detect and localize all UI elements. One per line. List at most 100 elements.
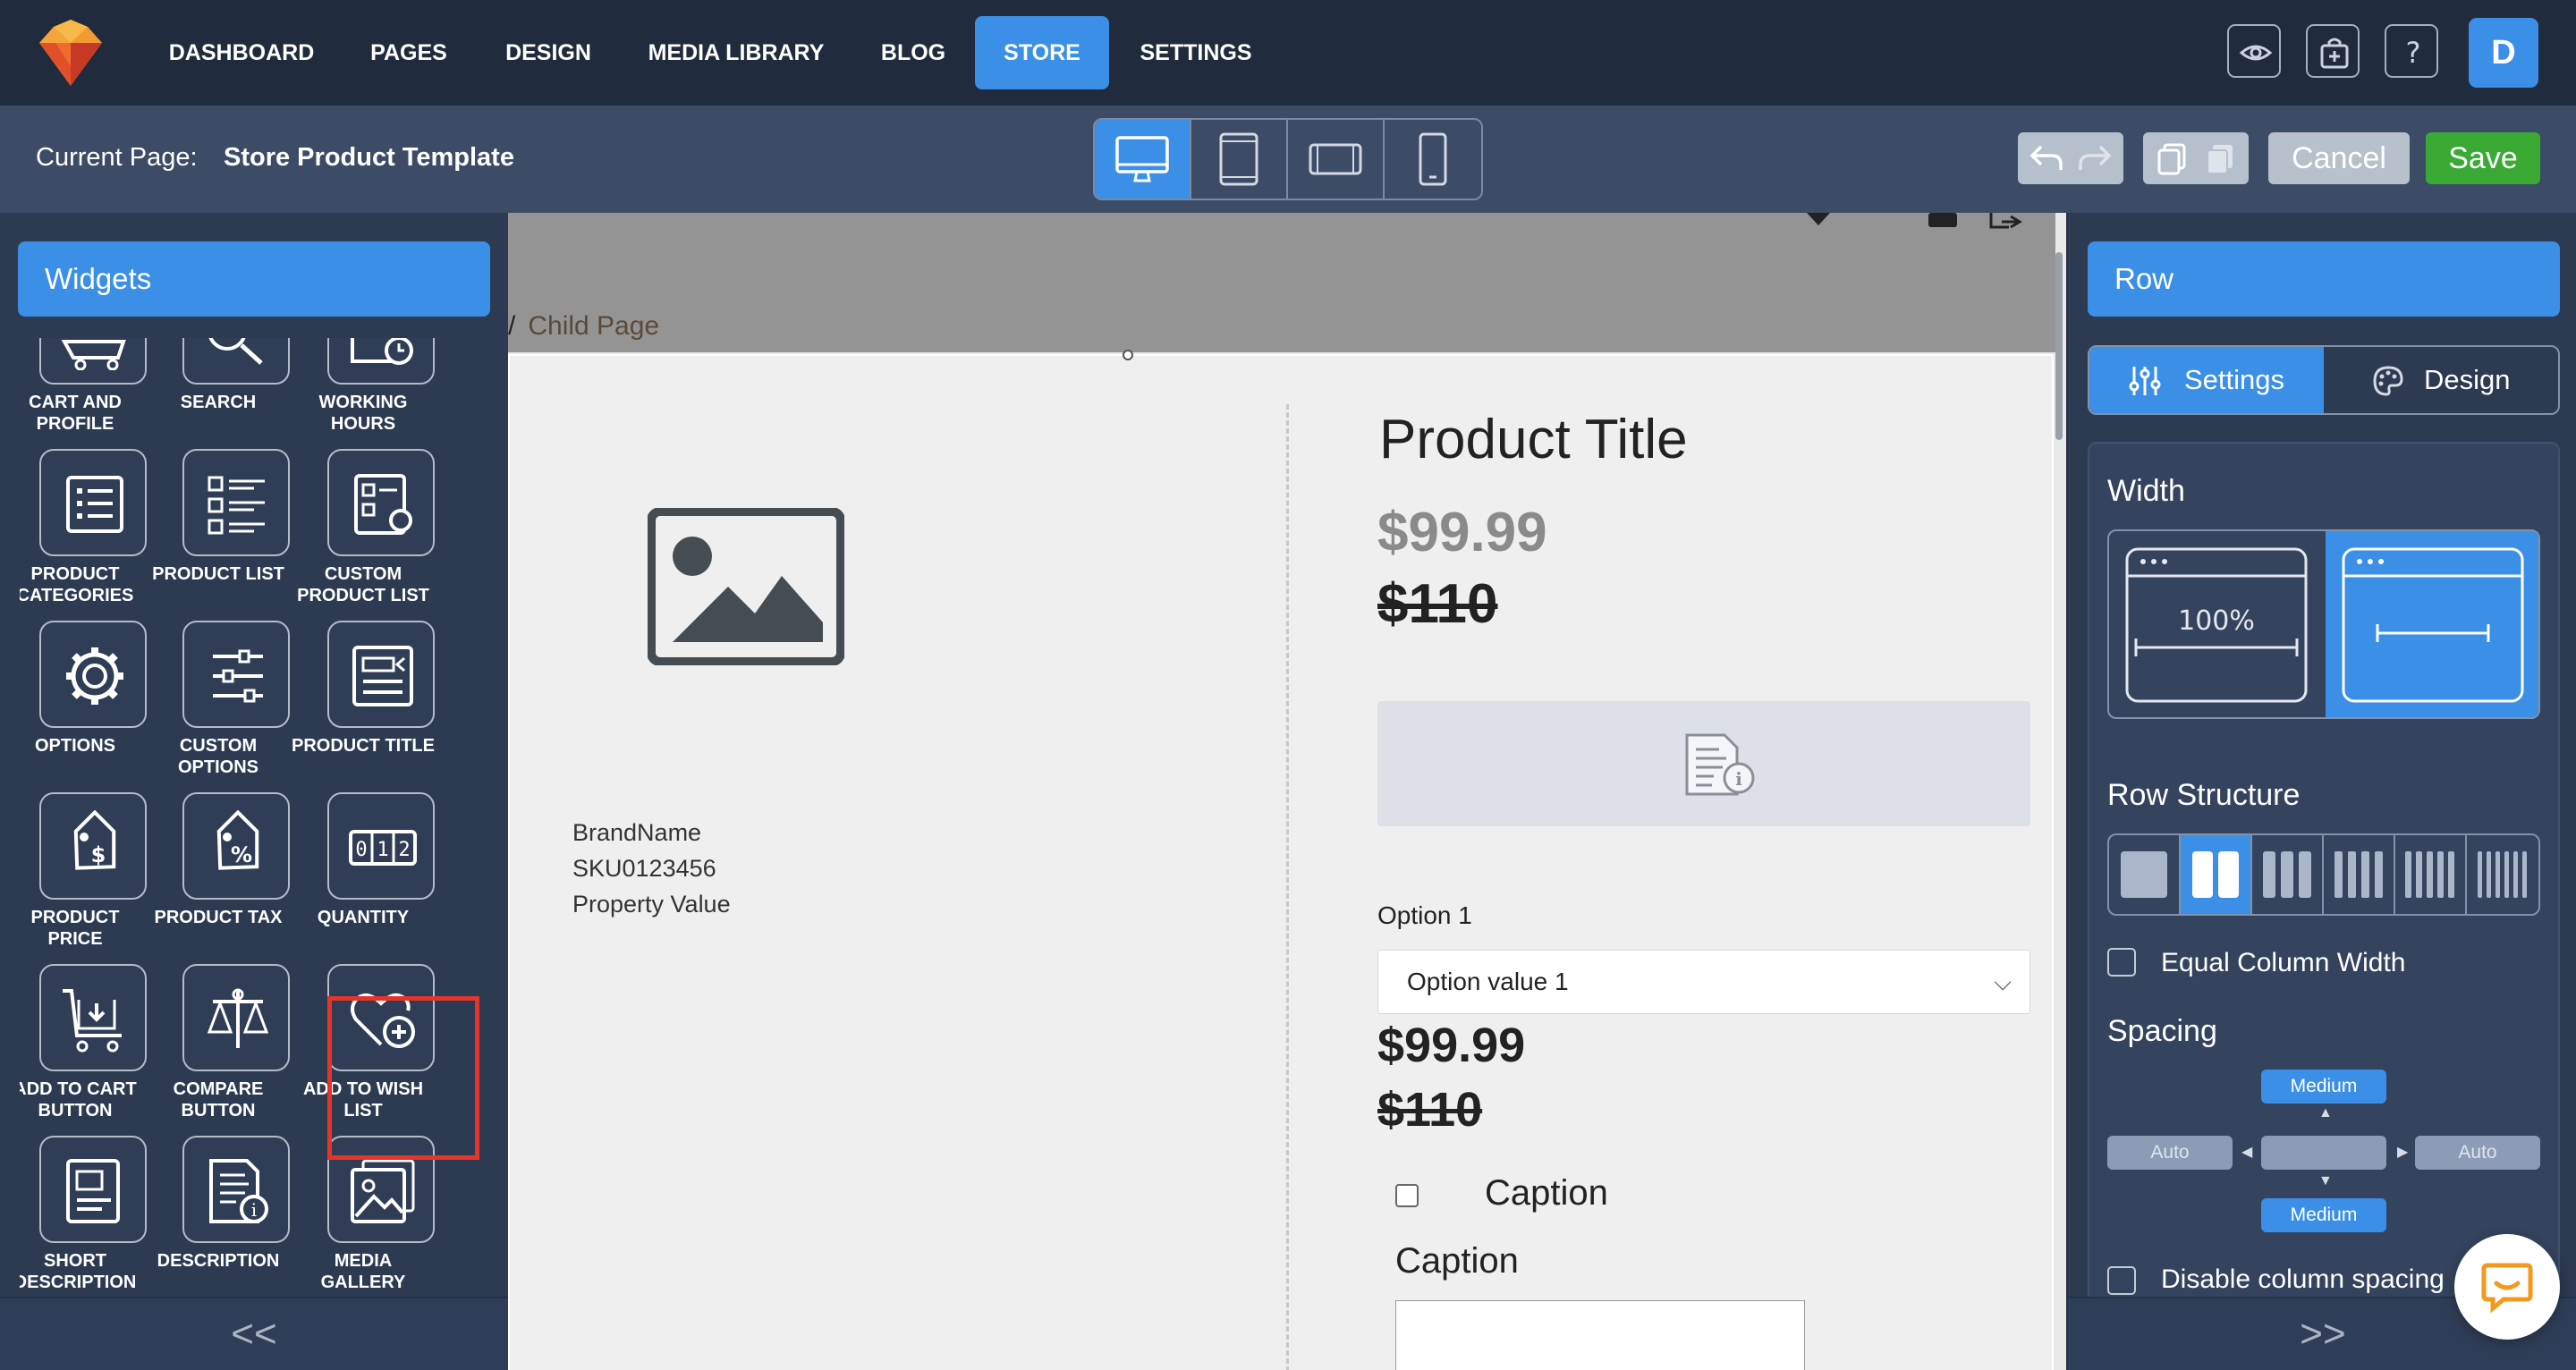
add-to-cart-icon bbox=[63, 989, 122, 1053]
short-description-icon bbox=[66, 1159, 120, 1223]
chevron-down-icon: ⌵ bbox=[1994, 968, 2012, 995]
svg-text:%: % bbox=[231, 842, 252, 867]
width-full-label: 100% bbox=[2178, 605, 2255, 637]
gear-icon bbox=[66, 647, 123, 705]
width-selector: 100% bbox=[2107, 529, 2540, 719]
editor-toolbar: Current Page: Store Product Template Can… bbox=[0, 106, 2576, 213]
nav-settings[interactable]: SETTINGS bbox=[1132, 16, 1259, 89]
six-columns-icon bbox=[2477, 851, 2527, 898]
spacing-left-value[interactable]: Auto bbox=[2107, 1136, 2233, 1170]
quantity-highlight-box bbox=[327, 996, 479, 1160]
user-avatar[interactable]: D bbox=[2469, 18, 2538, 88]
breadcrumb-child-page[interactable]: Child Page bbox=[528, 311, 659, 341]
product-sku: SKU0123456 bbox=[572, 855, 716, 882]
structure-2-columns[interactable] bbox=[2181, 835, 2252, 914]
nav-pages[interactable]: PAGES bbox=[356, 16, 462, 89]
redo-icon[interactable] bbox=[2077, 143, 2113, 173]
sliders-icon bbox=[2129, 367, 2161, 395]
description-widget-placeholder[interactable]: i bbox=[1377, 701, 2030, 826]
palette-icon bbox=[2373, 366, 2403, 396]
one-column-icon bbox=[2121, 851, 2167, 898]
width-full-option[interactable]: 100% bbox=[2109, 531, 2326, 717]
live-chat-button[interactable] bbox=[2454, 1234, 2560, 1340]
tablet-icon bbox=[1219, 132, 1258, 186]
product-image-placeholder[interactable] bbox=[648, 508, 844, 665]
disable-column-spacing-checkbox[interactable] bbox=[2107, 1266, 2136, 1295]
boxed-width-icon bbox=[2342, 547, 2524, 703]
breadcrumb-separator: / bbox=[508, 311, 516, 341]
nav-blog[interactable]: BLOG bbox=[864, 16, 962, 89]
product-title[interactable]: Product Title bbox=[1379, 408, 1688, 471]
canvas-scrollbar[interactable] bbox=[2055, 252, 2063, 440]
sliders-icon bbox=[213, 649, 263, 703]
undo-icon[interactable] bbox=[2029, 143, 2064, 173]
tax-tag-icon: % bbox=[216, 810, 259, 870]
width-boxed-option[interactable] bbox=[2326, 531, 2538, 717]
product-price[interactable]: $99.99 bbox=[1377, 501, 1547, 564]
save-button[interactable]: Save bbox=[2426, 132, 2540, 184]
selected-row[interactable] bbox=[508, 350, 2054, 1370]
paste-icon[interactable] bbox=[2206, 143, 2234, 175]
tablet-landscape-icon bbox=[1309, 143, 1362, 175]
option-select[interactable]: Option value 1 ⌵ bbox=[1377, 950, 2030, 1014]
spacing-top-value[interactable]: Medium bbox=[2261, 1070, 2386, 1104]
row-structure-title: Row Structure bbox=[2107, 778, 2301, 812]
product-old-price-secondary: $110 bbox=[1377, 1083, 1483, 1137]
structure-6-columns[interactable] bbox=[2467, 835, 2538, 914]
disable-column-spacing-label: Disable column spacing bbox=[2161, 1264, 2445, 1294]
tab-settings[interactable]: Settings bbox=[2089, 347, 2324, 413]
nav-design[interactable]: DESIGN bbox=[490, 16, 606, 89]
help-button[interactable]: ? bbox=[2385, 24, 2438, 78]
title-icon bbox=[352, 646, 413, 706]
structure-1-column[interactable] bbox=[2109, 835, 2181, 914]
cart-icon bbox=[61, 340, 126, 370]
copy-icon[interactable] bbox=[2157, 143, 2186, 175]
undo-redo-group bbox=[2018, 132, 2123, 184]
device-tablet-landscape[interactable] bbox=[1288, 120, 1385, 199]
nav-dashboard[interactable]: DASHBOARD bbox=[157, 16, 326, 89]
structure-3-columns[interactable] bbox=[2252, 835, 2324, 914]
search-icon bbox=[208, 338, 263, 365]
tab-design-label: Design bbox=[2424, 364, 2511, 395]
cart-icon bbox=[1928, 213, 1957, 227]
copy-paste-group bbox=[2143, 132, 2249, 184]
svg-text:?: ? bbox=[2406, 36, 2421, 70]
widgets-panel: Widgets CART AND PROFILE SEARCH WORKING … bbox=[0, 213, 508, 1370]
arrow-left-icon: ◀ bbox=[2241, 1145, 2253, 1160]
logout-icon bbox=[1989, 213, 2022, 229]
caption-input[interactable] bbox=[1395, 1300, 1805, 1370]
caption-checkbox-label: Caption bbox=[1485, 1173, 1608, 1213]
equal-column-width-checkbox[interactable] bbox=[2107, 948, 2136, 977]
collapse-left-button[interactable]: << bbox=[0, 1297, 508, 1370]
product-brand: BrandName bbox=[572, 819, 702, 846]
store-button[interactable] bbox=[2306, 24, 2360, 78]
svg-text:0: 0 bbox=[355, 839, 367, 861]
page-canvas: / Child Page BrandName SKU0123456 Propert… bbox=[508, 213, 2066, 1370]
nav-media-library[interactable]: MEDIA LIBRARY bbox=[640, 16, 832, 89]
arrow-up-icon: ▲ bbox=[2318, 1105, 2333, 1121]
top-navigation: DASHBOARD PAGES DESIGN MEDIA LIBRARY BLO… bbox=[0, 0, 2576, 106]
device-desktop[interactable] bbox=[1095, 120, 1191, 199]
nav-store[interactable]: STORE bbox=[975, 16, 1109, 89]
arrow-down-icon: ▼ bbox=[2318, 1173, 2333, 1188]
spacing-right-value[interactable]: Auto bbox=[2415, 1136, 2540, 1170]
structure-5-columns[interactable] bbox=[2395, 835, 2467, 914]
row-resize-handle[interactable] bbox=[1122, 349, 1134, 361]
spacing-bottom-value[interactable]: Medium bbox=[2261, 1198, 2386, 1232]
three-columns-icon bbox=[2263, 851, 2311, 898]
logo-icon[interactable] bbox=[34, 16, 107, 89]
device-mobile[interactable] bbox=[1385, 120, 1481, 199]
option-label: Option 1 bbox=[1377, 901, 1472, 929]
quantity-icon: 012 bbox=[349, 830, 417, 866]
list-icon bbox=[66, 476, 123, 533]
device-tablet[interactable] bbox=[1191, 120, 1288, 199]
structure-4-columns[interactable] bbox=[2324, 835, 2395, 914]
scale-icon bbox=[207, 988, 269, 1048]
preview-button[interactable] bbox=[2227, 24, 2281, 78]
svg-text:$: $ bbox=[91, 842, 106, 867]
caption-checkbox[interactable] bbox=[1395, 1184, 1419, 1207]
cancel-button[interactable]: Cancel bbox=[2268, 132, 2410, 184]
tab-design[interactable]: Design bbox=[2324, 347, 2558, 413]
custom-list-icon bbox=[354, 474, 412, 535]
column-divider bbox=[1286, 404, 1289, 1370]
